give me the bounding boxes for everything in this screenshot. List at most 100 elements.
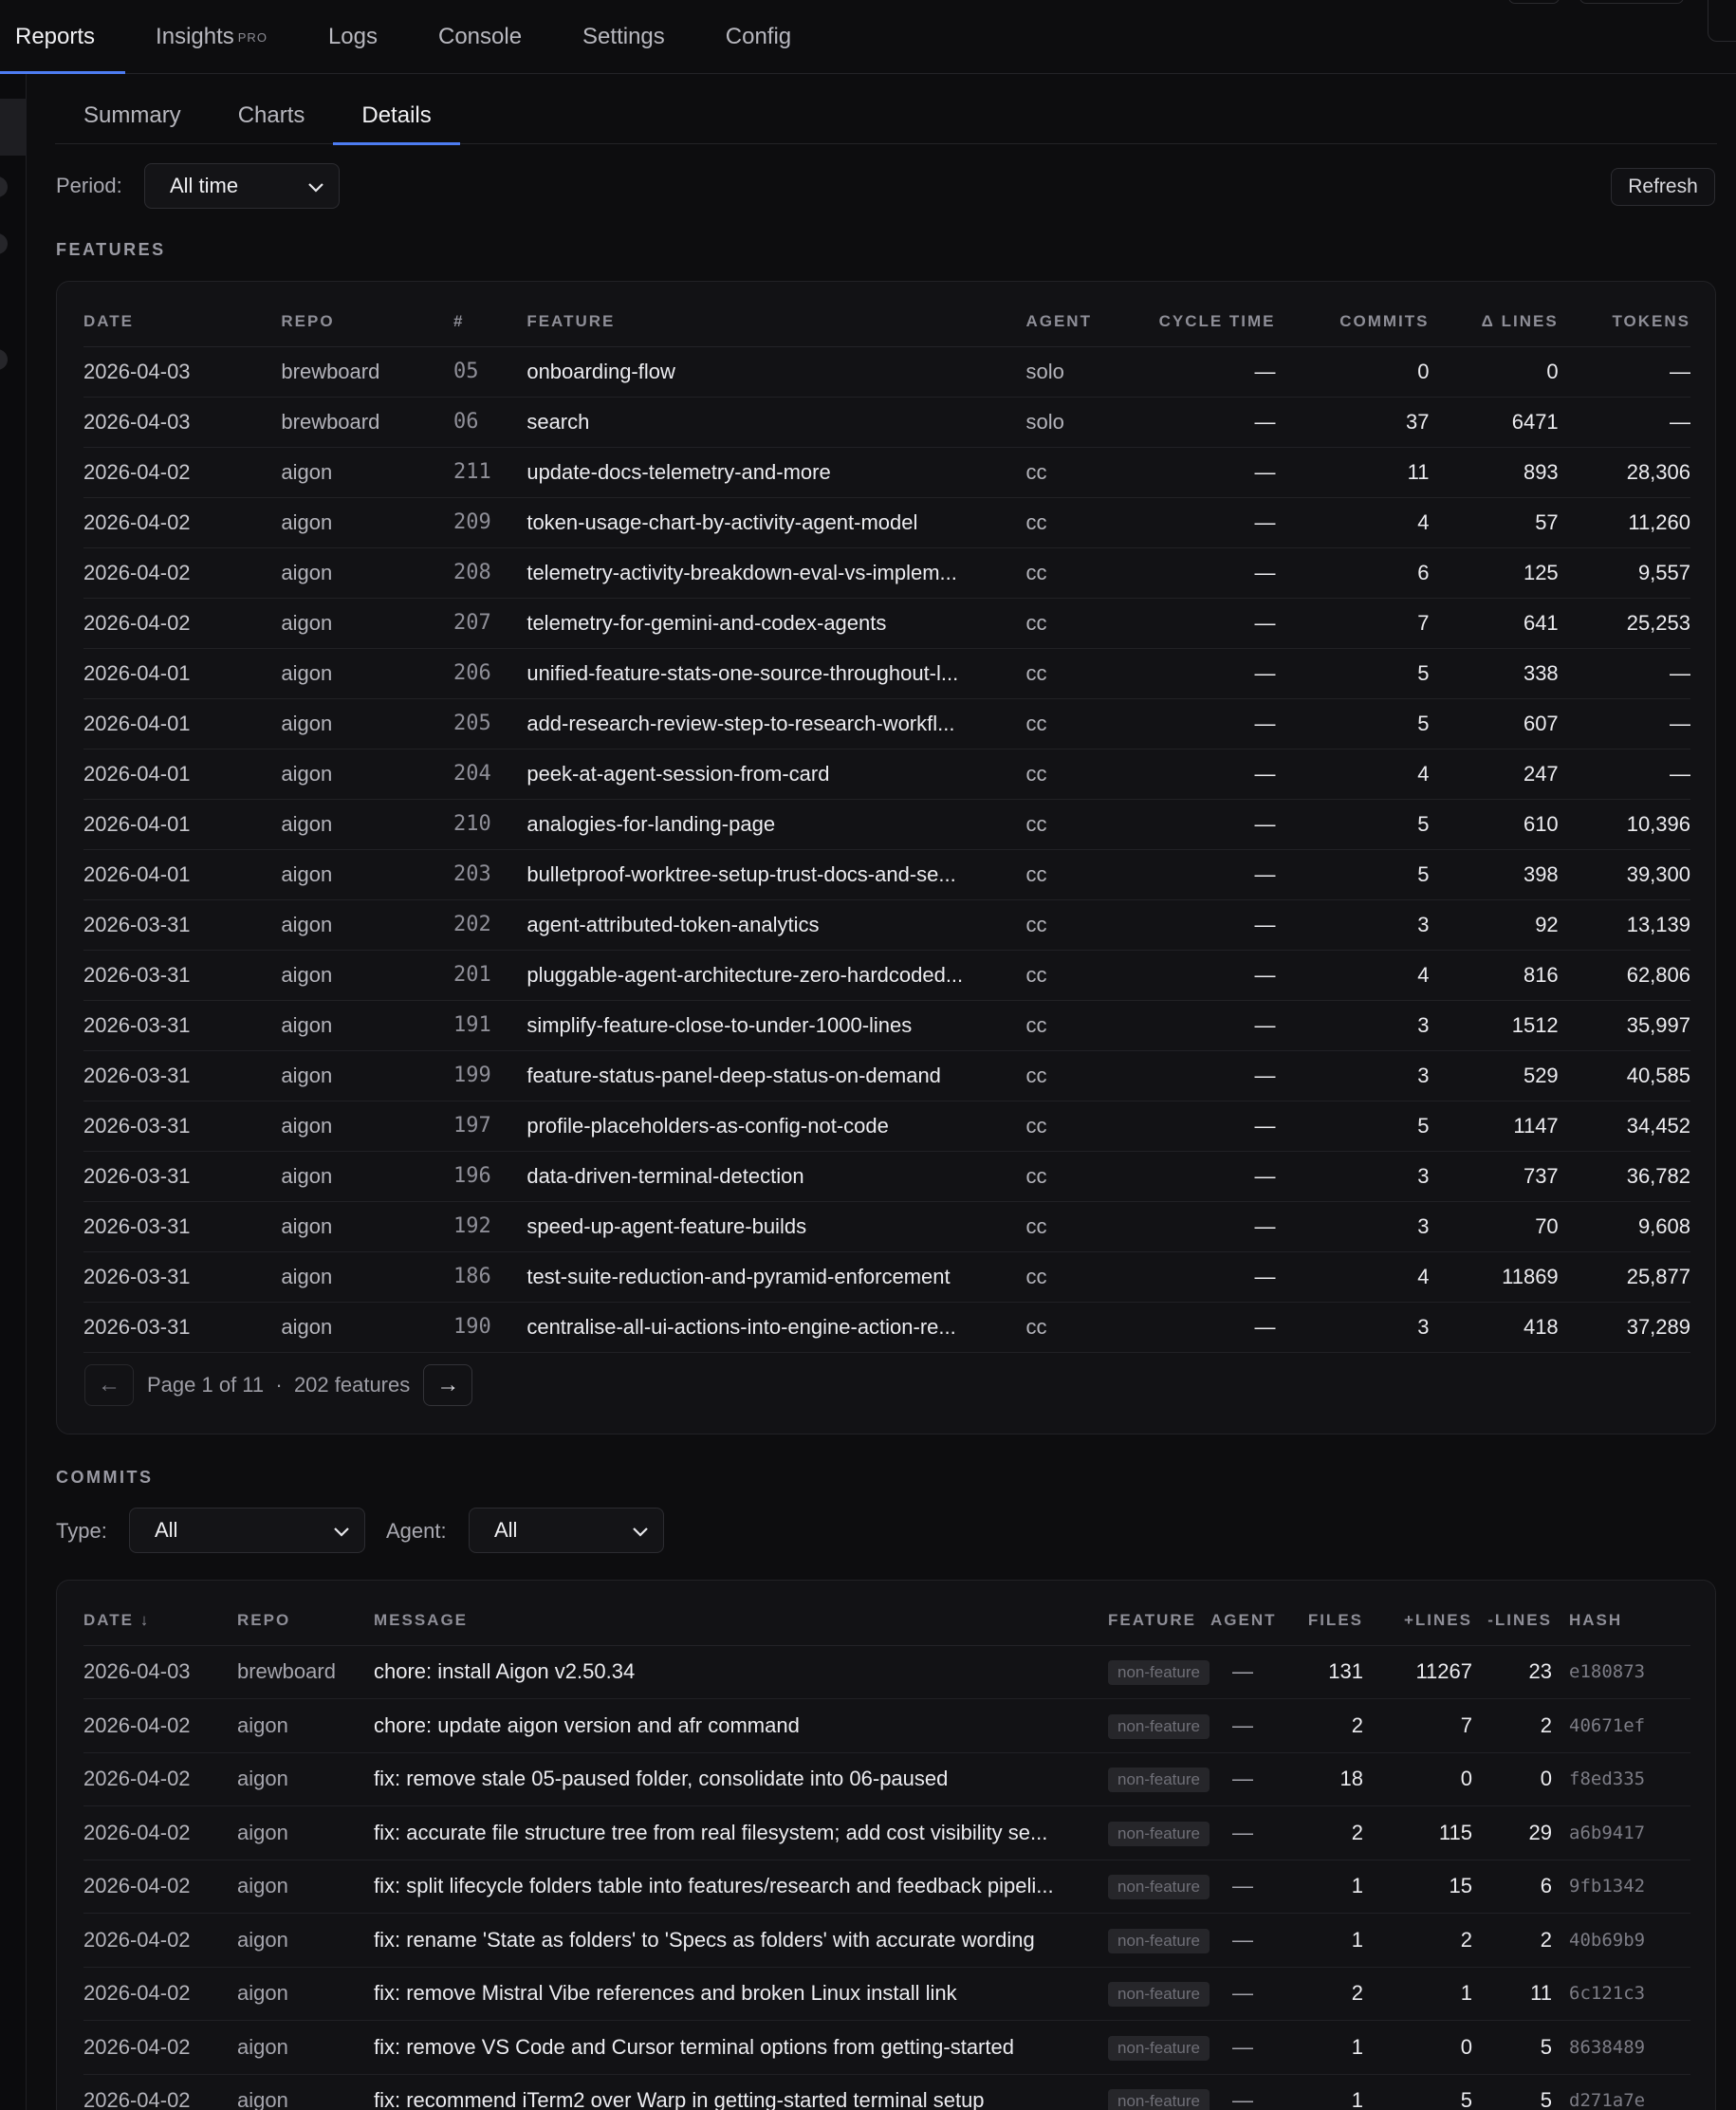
side-rail-dot[interactable] bbox=[0, 233, 8, 254]
refresh-button[interactable]: Refresh bbox=[1611, 168, 1715, 206]
commit-row[interactable]: 2026-04-02 aigon fix: accurate file struct… bbox=[83, 1805, 1690, 1860]
plus-lines-header: +LINES bbox=[1363, 1581, 1472, 1646]
hash-cell[interactable]: 6c121c3 bbox=[1552, 1967, 1690, 2021]
feature-row[interactable]: 2026-03-31 aigon 196 data-driven-terminal-d… bbox=[83, 1151, 1690, 1202]
nav-tab-config[interactable]: Config bbox=[695, 1, 822, 73]
delta-lines-cell: 607 bbox=[1429, 698, 1559, 750]
plus-lines-cell: 15 bbox=[1363, 1860, 1472, 1914]
next-page-button[interactable]: → bbox=[423, 1364, 473, 1406]
hash-cell[interactable]: 9fb1342 bbox=[1552, 1860, 1690, 1914]
tokens-cell: 9,557 bbox=[1558, 547, 1690, 599]
delta-lines-cell: 6471 bbox=[1429, 397, 1559, 448]
commit-row[interactable]: 2026-04-02 aigon fix: remove VS Code and C… bbox=[83, 2020, 1690, 2075]
feature-number-cell: 202 bbox=[452, 899, 527, 951]
agent-filter-select[interactable]: All bbox=[469, 1508, 664, 1553]
feature-row[interactable]: 2026-04-01 aigon 210 analogies-for-landing-… bbox=[83, 799, 1690, 850]
nav-tab-settings[interactable]: Settings bbox=[552, 1, 695, 73]
files-cell: 2 bbox=[1275, 1967, 1363, 2021]
header-control[interactable] bbox=[1708, 0, 1736, 42]
hash-cell[interactable]: 40671ef bbox=[1552, 1698, 1690, 1753]
commit-row[interactable]: 2026-04-02 aigon fix: split lifecycle fold… bbox=[83, 1860, 1690, 1914]
header-control[interactable] bbox=[1508, 0, 1560, 4]
agent-header: AGENT bbox=[1025, 282, 1154, 347]
feature-row[interactable]: 2026-04-01 aigon 204 peek-at-agent-session-… bbox=[83, 749, 1690, 800]
feature-row[interactable]: 2026-03-31 aigon 197 profile-placeholders-a… bbox=[83, 1101, 1690, 1152]
type-filter-select[interactable]: All bbox=[129, 1508, 365, 1553]
nav-tab-reports[interactable]: Reports bbox=[0, 1, 126, 74]
delta-lines-cell: 737 bbox=[1429, 1151, 1559, 1202]
feature-row[interactable]: 2026-03-31 aigon 202 agent-attributed-token… bbox=[83, 899, 1690, 951]
feature-name-cell: peek-at-agent-session-from-card bbox=[526, 749, 1026, 800]
hash-cell[interactable]: d271a7e bbox=[1552, 2074, 1690, 2110]
hash-cell[interactable]: f8ed335 bbox=[1552, 1752, 1690, 1806]
hash-cell[interactable]: 8638489 bbox=[1552, 2020, 1690, 2075]
repo-cell: aigon bbox=[281, 1251, 453, 1303]
side-rail-dot[interactable] bbox=[0, 176, 8, 197]
hash-cell[interactable]: 40b69b9 bbox=[1552, 1913, 1690, 1968]
feature-name-cell: onboarding-flow bbox=[526, 346, 1026, 398]
feature-row[interactable]: 2026-03-31 aigon 191 simplify-feature-close… bbox=[83, 1000, 1690, 1051]
prev-page-button[interactable]: ← bbox=[84, 1364, 134, 1406]
tokens-cell: 37,289 bbox=[1558, 1302, 1690, 1353]
type-badge: non-feature bbox=[1108, 2089, 1210, 2110]
feature-row[interactable]: 2026-03-31 aigon 199 feature-status-panel-d… bbox=[83, 1050, 1690, 1101]
agent-cell: cc bbox=[1025, 950, 1154, 1001]
period-select[interactable]: All time bbox=[144, 163, 340, 209]
minus-lines-cell: 29 bbox=[1472, 1805, 1552, 1860]
feature-row[interactable]: 2026-04-01 aigon 205 add-research-review-st… bbox=[83, 698, 1690, 750]
commits-cell: 4 bbox=[1275, 749, 1430, 800]
commits-cell: 5 bbox=[1275, 648, 1430, 699]
subtab-details[interactable]: Details bbox=[333, 87, 461, 145]
feature-row[interactable]: 2026-04-02 aigon 211 update-docs-telemetry-… bbox=[83, 447, 1690, 498]
commits-cell: 5 bbox=[1275, 1101, 1430, 1152]
delta-lines-cell: 641 bbox=[1429, 598, 1559, 649]
cycle-time-cell: — bbox=[1153, 648, 1276, 699]
cycle-time-cell: — bbox=[1153, 346, 1276, 398]
feature-row[interactable]: 2026-03-31 aigon 192 speed-up-agent-feature… bbox=[83, 1201, 1690, 1252]
feature-number-cell: 205 bbox=[452, 698, 527, 750]
commits-cell: 5 bbox=[1275, 698, 1430, 750]
feature-row[interactable]: 2026-04-01 aigon 203 bulletproof-worktree-s… bbox=[83, 849, 1690, 900]
agent-cell: solo bbox=[1025, 397, 1154, 448]
header-control[interactable] bbox=[1579, 0, 1684, 4]
nav-tab-logs[interactable]: Logs bbox=[298, 1, 408, 73]
commit-row[interactable]: 2026-04-02 aigon chore: update aigon versi… bbox=[83, 1698, 1690, 1753]
feature-row[interactable]: 2026-03-31 aigon 201 pluggable-agent-archit… bbox=[83, 950, 1690, 1001]
side-rail-dot[interactable] bbox=[0, 349, 8, 370]
feature-row[interactable]: 2026-04-03 brewboard 06 search solo —37 6471— bbox=[83, 397, 1690, 448]
commit-row[interactable]: 2026-04-02 aigon fix: recommend iTerm2 ove… bbox=[83, 2074, 1690, 2110]
nav-tab-console[interactable]: Console bbox=[408, 1, 552, 73]
commit-row[interactable]: 2026-04-02 aigon fix: rename 'State as fol… bbox=[83, 1913, 1690, 1968]
files-header: FILES bbox=[1275, 1581, 1363, 1646]
commit-row[interactable]: 2026-04-03 brewboard chore: install Aigon … bbox=[83, 1645, 1690, 1699]
commits-cell: 3 bbox=[1275, 1302, 1430, 1353]
subtab-summary[interactable]: Summary bbox=[55, 87, 210, 144]
commit-row[interactable]: 2026-04-02 aigon fix: remove stale 05-paus… bbox=[83, 1752, 1690, 1806]
date-header: DATE bbox=[83, 282, 282, 347]
repo-cell: aigon bbox=[237, 1967, 374, 2021]
repo-cell: aigon bbox=[281, 497, 453, 548]
subtab-charts[interactable]: Charts bbox=[210, 87, 334, 144]
repo-cell: aigon bbox=[281, 648, 453, 699]
feature-row[interactable]: 2026-03-31 aigon 186 test-suite-reduction-a… bbox=[83, 1251, 1690, 1303]
hash-cell[interactable]: a6b9417 bbox=[1552, 1805, 1690, 1860]
feature-row[interactable]: 2026-04-03 brewboard 05 onboarding-flow solo… bbox=[83, 346, 1690, 398]
feature-row[interactable]: 2026-04-02 aigon 208 telemetry-activity-bre… bbox=[83, 547, 1690, 599]
feature-row[interactable]: 2026-04-02 aigon 207 telemetry-for-gemini-a… bbox=[83, 598, 1690, 649]
tokens-cell: 13,139 bbox=[1558, 899, 1690, 951]
feature-row[interactable]: 2026-04-02 aigon 209 token-usage-chart-by-a… bbox=[83, 497, 1690, 548]
hash-cell[interactable]: e180873 bbox=[1552, 1645, 1690, 1699]
delta-lines-cell: 57 bbox=[1429, 497, 1559, 548]
feature-row[interactable]: 2026-04-01 aigon 206 unified-feature-stats-… bbox=[83, 648, 1690, 699]
date-sort-header[interactable]: DATE ↓ bbox=[83, 1581, 237, 1646]
files-cell: 1 bbox=[1275, 2020, 1363, 2075]
chevron-down-icon bbox=[334, 1527, 349, 1537]
repo-cell: aigon bbox=[281, 598, 453, 649]
nav-tab-insights[interactable]: Insights PRO bbox=[125, 1, 298, 73]
commit-row[interactable]: 2026-04-02 aigon fix: remove Mistral Vibe … bbox=[83, 1967, 1690, 2021]
side-rail-selected-item[interactable] bbox=[0, 99, 27, 156]
commits-cell: 3 bbox=[1275, 1050, 1430, 1101]
date-cell: 2026-04-02 bbox=[83, 1967, 237, 2021]
feature-row[interactable]: 2026-03-31 aigon 190 centralise-all-ui-acti… bbox=[83, 1302, 1690, 1353]
date-cell: 2026-04-03 bbox=[83, 1645, 237, 1699]
